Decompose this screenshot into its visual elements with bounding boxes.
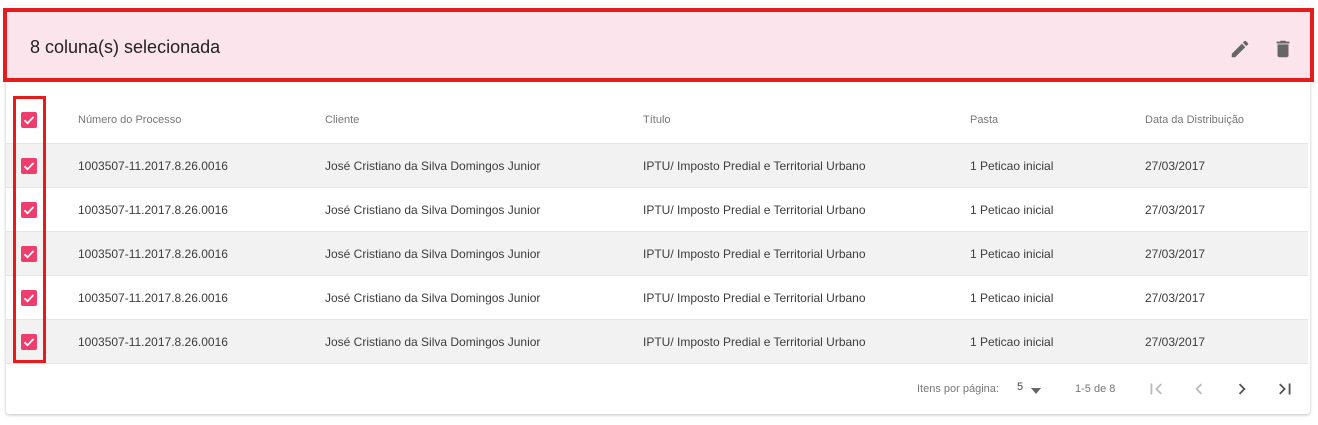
selection-count-title: 8 coluna(s) selecionada — [30, 37, 221, 57]
selection-toolbar: 8 coluna(s) selecionada — [3, 8, 1314, 82]
cell-numero: 1003507-11.2017.8.26.0016 — [78, 158, 228, 173]
cell-data: 27/03/2017 — [1145, 202, 1206, 217]
cell-pasta: 1 Peticao inicial — [970, 202, 1054, 217]
cell-data: 27/03/2017 — [1145, 334, 1206, 349]
cell-cliente: José Cristiano da Silva Domingos Junior — [325, 202, 541, 217]
row-checkbox[interactable] — [21, 245, 37, 262]
paginator: Itens por página: 5 1-5 de 8 — [6, 364, 1308, 414]
row-checkbox[interactable] — [21, 333, 37, 350]
table-row[interactable]: 1003507-11.2017.8.26.0016 José Cristiano… — [6, 320, 1308, 364]
last-page-icon[interactable] — [1274, 378, 1296, 400]
header-titulo[interactable]: Título — [643, 114, 671, 126]
cell-pasta: 1 Peticao inicial — [970, 246, 1054, 261]
cell-numero: 1003507-11.2017.8.26.0016 — [78, 290, 228, 305]
page-range-label: 1-5 de 8 — [1075, 383, 1116, 395]
cell-numero: 1003507-11.2017.8.26.0016 — [78, 334, 228, 349]
row-checkbox[interactable] — [21, 289, 37, 306]
dropdown-arrow-icon — [1031, 385, 1041, 397]
cell-titulo: IPTU/ Imposto Predial e Territorial Urba… — [643, 246, 866, 261]
cell-cliente: José Cristiano da Silva Domingos Junior — [325, 290, 541, 305]
cell-titulo: IPTU/ Imposto Predial e Territorial Urba… — [643, 202, 866, 217]
cell-data: 27/03/2017 — [1145, 158, 1206, 173]
check-icon — [23, 293, 35, 302]
next-page-icon[interactable] — [1231, 378, 1253, 400]
check-icon — [23, 161, 35, 170]
cell-titulo: IPTU/ Imposto Predial e Territorial Urba… — [643, 290, 866, 305]
select-all-checkbox[interactable] — [21, 111, 37, 128]
table-row[interactable]: 1003507-11.2017.8.26.0016 José Cristiano… — [6, 188, 1308, 232]
cell-titulo: IPTU/ Imposto Predial e Territorial Urba… — [643, 334, 866, 349]
header-data[interactable]: Data da Distribuição — [1145, 114, 1244, 126]
cell-cliente: José Cristiano da Silva Domingos Junior — [325, 334, 541, 349]
header-pasta[interactable]: Pasta — [970, 114, 998, 126]
row-checkbox[interactable] — [21, 201, 37, 218]
cell-pasta: 1 Peticao inicial — [970, 158, 1054, 173]
cell-data: 27/03/2017 — [1145, 290, 1206, 305]
previous-page-icon[interactable] — [1188, 378, 1210, 400]
header-numero[interactable]: Número do Processo — [78, 114, 181, 126]
items-per-page-label: Itens por página: — [917, 383, 999, 395]
table-header-row: Número do Processo Cliente Título Pasta … — [6, 96, 1308, 144]
cell-pasta: 1 Peticao inicial — [970, 334, 1054, 349]
cell-numero: 1003507-11.2017.8.26.0016 — [78, 246, 228, 261]
cell-titulo: IPTU/ Imposto Predial e Territorial Urba… — [643, 158, 866, 173]
table-row[interactable]: 1003507-11.2017.8.26.0016 José Cristiano… — [6, 232, 1308, 276]
delete-icon[interactable] — [1272, 38, 1294, 60]
header-cliente[interactable]: Cliente — [325, 114, 359, 126]
cell-cliente: José Cristiano da Silva Domingos Junior — [325, 158, 541, 173]
page-size-value: 5 — [1017, 381, 1024, 393]
edit-icon[interactable] — [1229, 38, 1251, 60]
cell-cliente: José Cristiano da Silva Domingos Junior — [325, 246, 541, 261]
page-size-select[interactable]: 5 — [1017, 381, 1047, 399]
check-icon — [23, 205, 35, 214]
first-page-icon[interactable] — [1145, 378, 1167, 400]
row-checkbox[interactable] — [21, 157, 37, 174]
cell-numero: 1003507-11.2017.8.26.0016 — [78, 202, 228, 217]
check-icon — [23, 115, 35, 124]
table-row[interactable]: 1003507-11.2017.8.26.0016 José Cristiano… — [6, 276, 1308, 320]
cell-pasta: 1 Peticao inicial — [970, 290, 1054, 305]
table-row[interactable]: 1003507-11.2017.8.26.0016 José Cristiano… — [6, 144, 1308, 188]
process-table: Número do Processo Cliente Título Pasta … — [6, 96, 1308, 364]
cell-data: 27/03/2017 — [1145, 246, 1206, 261]
check-icon — [23, 249, 35, 258]
check-icon — [23, 337, 35, 346]
